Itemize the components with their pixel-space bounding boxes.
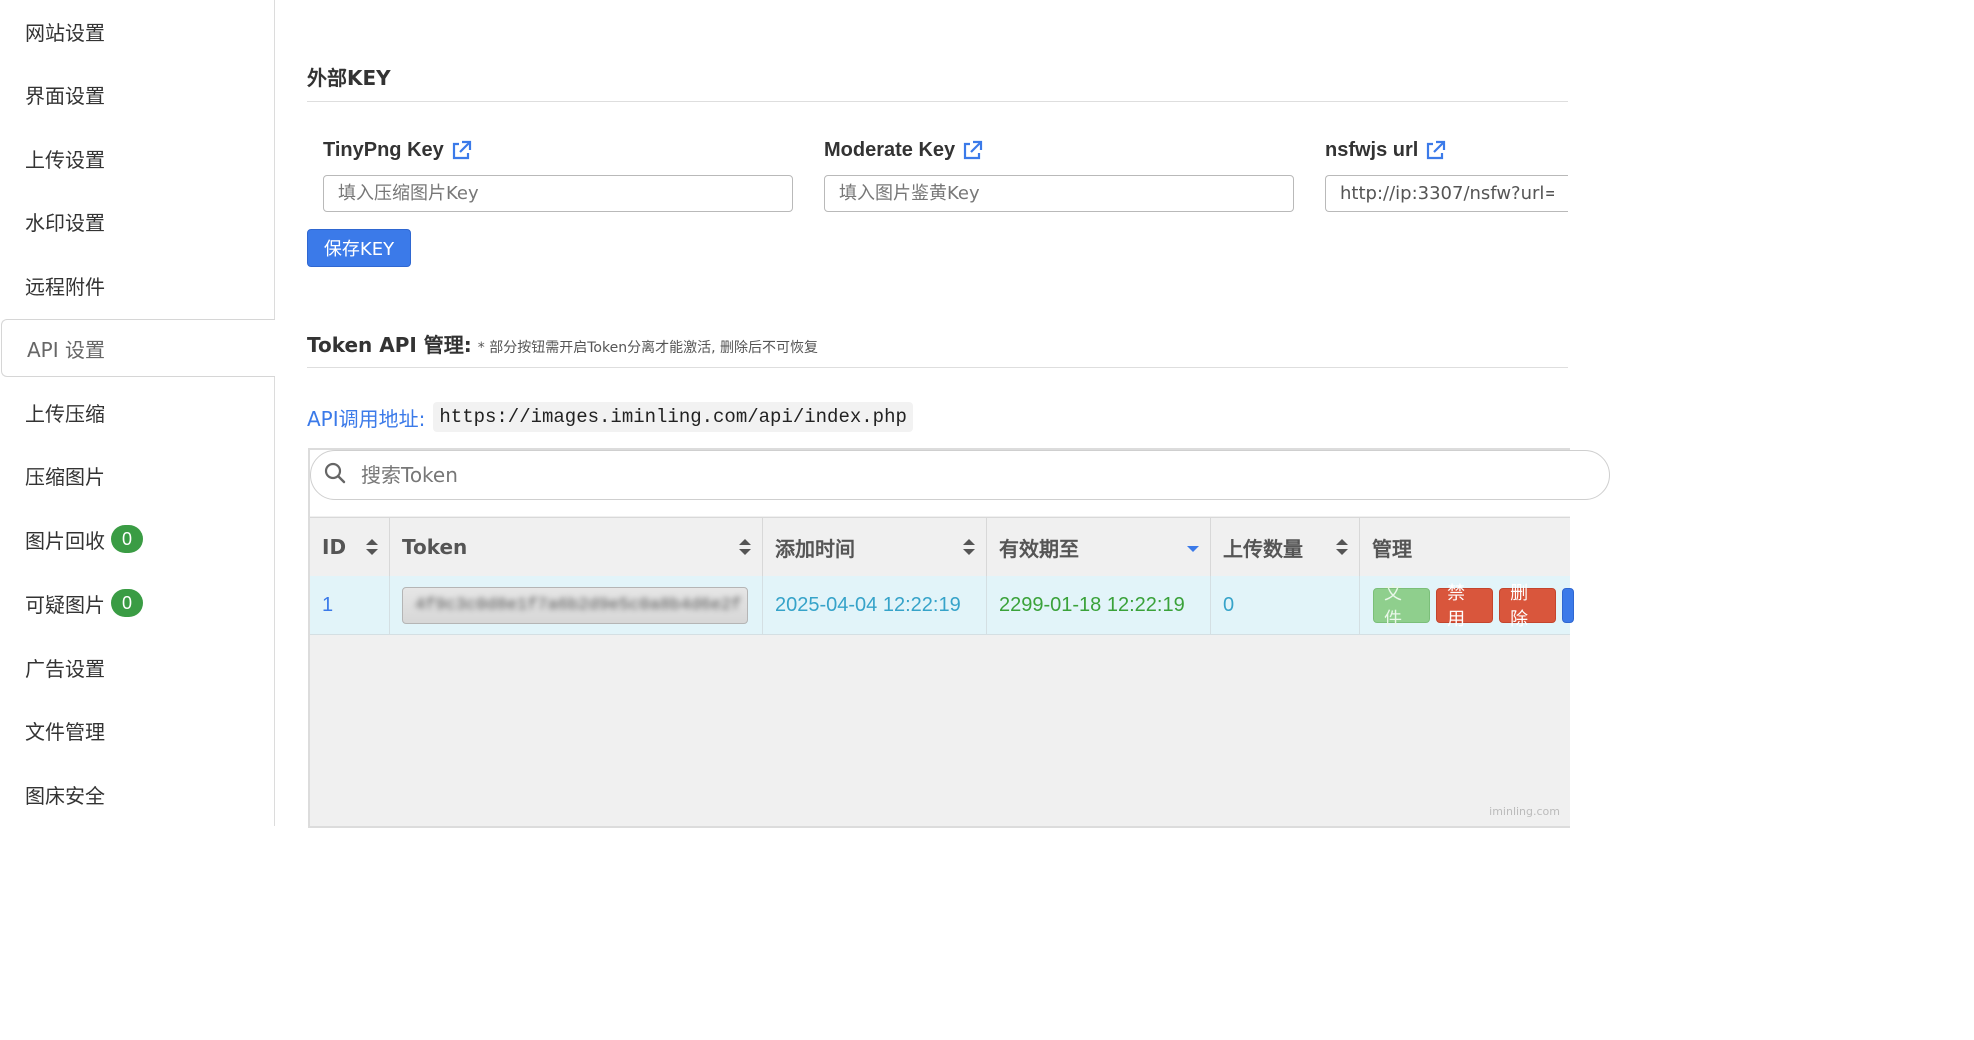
sort-icon	[366, 539, 378, 555]
column-header-id[interactable]: ID	[310, 518, 390, 576]
field-label: TinyPng Key	[323, 139, 444, 161]
sidebar-item-watermark-settings[interactable]: 水印设置	[0, 192, 274, 250]
token-api-note: * 部分按钮需开启Token分离才能激活, 删除后不可恢复	[477, 340, 818, 356]
column-header-added-time[interactable]: 添加时间	[763, 518, 987, 576]
count-badge: 0	[111, 525, 143, 553]
sort-desc-icon	[1187, 546, 1199, 552]
sidebar-item-ad-settings[interactable]: 广告设置	[0, 638, 274, 696]
disable-button[interactable]: 禁用	[1436, 583, 1494, 630]
external-link-icon[interactable]	[450, 140, 472, 162]
sidebar-item-api-settings[interactable]: API 设置	[1, 319, 275, 377]
sidebar-item-label: 上传设置	[25, 147, 105, 172]
sort-icon	[1336, 539, 1348, 555]
sidebar-item-suspicious-images[interactable]: 可疑图片 0	[0, 574, 274, 632]
column-header-label: 上传数量	[1223, 536, 1303, 561]
section-title-external-key: 外部KEY	[307, 66, 391, 90]
sidebar-item-label: 广告设置	[25, 656, 105, 681]
divider	[307, 367, 1568, 368]
sidebar-item-label: API 设置	[27, 337, 105, 362]
token-value: 4f9c3c0d8e1f7a6b2d9e5c0a8b4d6e2f	[415, 595, 742, 615]
column-header-manage: 管理	[1360, 518, 1570, 576]
more-action-button[interactable]	[1562, 587, 1574, 623]
cell-id: 1	[310, 576, 390, 634]
external-link-icon[interactable]	[961, 140, 983, 162]
token-value-field[interactable]: 4f9c3c0d8e1f7a6b2d9e5c0a8b4d6e2f	[402, 586, 748, 624]
table-row: 1 4f9c3c0d8e1f7a6b2d9e5c0a8b4d6e2f 2025-…	[310, 576, 1574, 635]
sidebar-item-file-management[interactable]: 文件管理	[0, 701, 274, 759]
tinypng-key-label: TinyPng Key	[323, 139, 472, 162]
moderate-key-label: Moderate Key	[824, 139, 983, 162]
sort-icon	[739, 539, 751, 555]
api-endpoint-label: API调用地址:	[307, 406, 426, 431]
cell-added-time: 2025-04-04 12:22:19	[763, 576, 987, 634]
sidebar-item-site-settings[interactable]: 网站设置	[0, 2, 274, 60]
watermark: iminling.com	[1489, 805, 1560, 818]
external-link-icon[interactable]	[1424, 140, 1446, 162]
sidebar-item-label: 图片回收	[25, 528, 105, 553]
sidebar-item-ui-settings[interactable]: 界面设置	[0, 65, 274, 123]
token-search-box[interactable]	[310, 450, 1610, 500]
moderate-key-input[interactable]	[824, 175, 1294, 212]
sidebar-item-security[interactable]: 图床安全	[0, 765, 274, 823]
sidebar-item-label: 图床安全	[25, 783, 105, 808]
token-table-header: ID Token 添加时间 有效期至 上传数量 管理	[310, 517, 1570, 577]
sidebar-item-upload-settings[interactable]: 上传设置	[0, 129, 274, 187]
sidebar-item-upload-compress[interactable]: 上传压缩	[0, 383, 274, 441]
nsfwjs-url-input[interactable]	[1325, 175, 1568, 212]
search-icon	[323, 461, 347, 490]
token-api-heading: Token API 管理: * 部分按钮需开启Token分离才能激活, 删除后不…	[307, 329, 818, 358]
sidebar-item-label: 网站设置	[25, 20, 105, 45]
column-header-expires[interactable]: 有效期至	[987, 518, 1211, 576]
column-header-token[interactable]: Token	[390, 518, 763, 576]
api-endpoint-url: https://images.iminling.com/api/index.ph…	[433, 402, 913, 432]
files-button[interactable]: 文件	[1373, 583, 1431, 630]
column-header-upload-count[interactable]: 上传数量	[1211, 518, 1360, 576]
nsfwjs-url-label: nsfwjs url	[1325, 139, 1446, 162]
sort-icon	[963, 539, 975, 555]
cell-token: 4f9c3c0d8e1f7a6b2d9e5c0a8b4d6e2f	[390, 576, 763, 634]
tinypng-key-input[interactable]	[323, 175, 793, 212]
sidebar-item-label: 压缩图片	[25, 464, 105, 489]
sidebar-item-label: 远程附件	[25, 274, 105, 299]
cell-actions: 文件 禁用 删除	[1360, 576, 1580, 634]
token-search-area	[310, 450, 1610, 516]
cell-upload-count: 0	[1211, 576, 1360, 634]
settings-sidebar: 网站设置 界面设置 上传设置 水印设置 远程附件 API 设置 上传压缩 压缩图…	[0, 0, 275, 826]
delete-button[interactable]: 删除	[1499, 583, 1557, 630]
token-search-input[interactable]	[359, 462, 1263, 488]
sidebar-item-remote-attachment[interactable]: 远程附件	[0, 256, 274, 314]
sidebar-item-compress-images[interactable]: 压缩图片	[0, 446, 274, 504]
sidebar-item-label: 上传压缩	[25, 401, 105, 426]
divider	[307, 101, 1568, 102]
api-endpoint-row: API调用地址: https://images.iminling.com/api…	[307, 402, 913, 432]
section-title-token-api: Token API 管理:	[307, 333, 472, 357]
sidebar-item-label: 水印设置	[25, 210, 105, 235]
sidebar-item-image-recycle[interactable]: 图片回收 0	[0, 510, 274, 568]
field-label: Moderate Key	[824, 139, 956, 161]
column-header-label: 管理	[1372, 536, 1412, 561]
column-header-label: ID	[322, 535, 347, 559]
sidebar-item-label: 可疑图片	[25, 592, 105, 617]
field-label: nsfwjs url	[1325, 139, 1419, 161]
sidebar-item-label: 文件管理	[25, 719, 105, 744]
save-key-button[interactable]: 保存KEY	[307, 229, 411, 267]
column-header-label: 添加时间	[775, 536, 855, 561]
column-header-label: Token	[402, 535, 468, 559]
column-header-label: 有效期至	[999, 536, 1079, 561]
cell-expires: 2299-01-18 12:22:19	[987, 576, 1211, 634]
count-badge: 0	[111, 589, 143, 617]
sidebar-item-label: 界面设置	[25, 83, 105, 108]
